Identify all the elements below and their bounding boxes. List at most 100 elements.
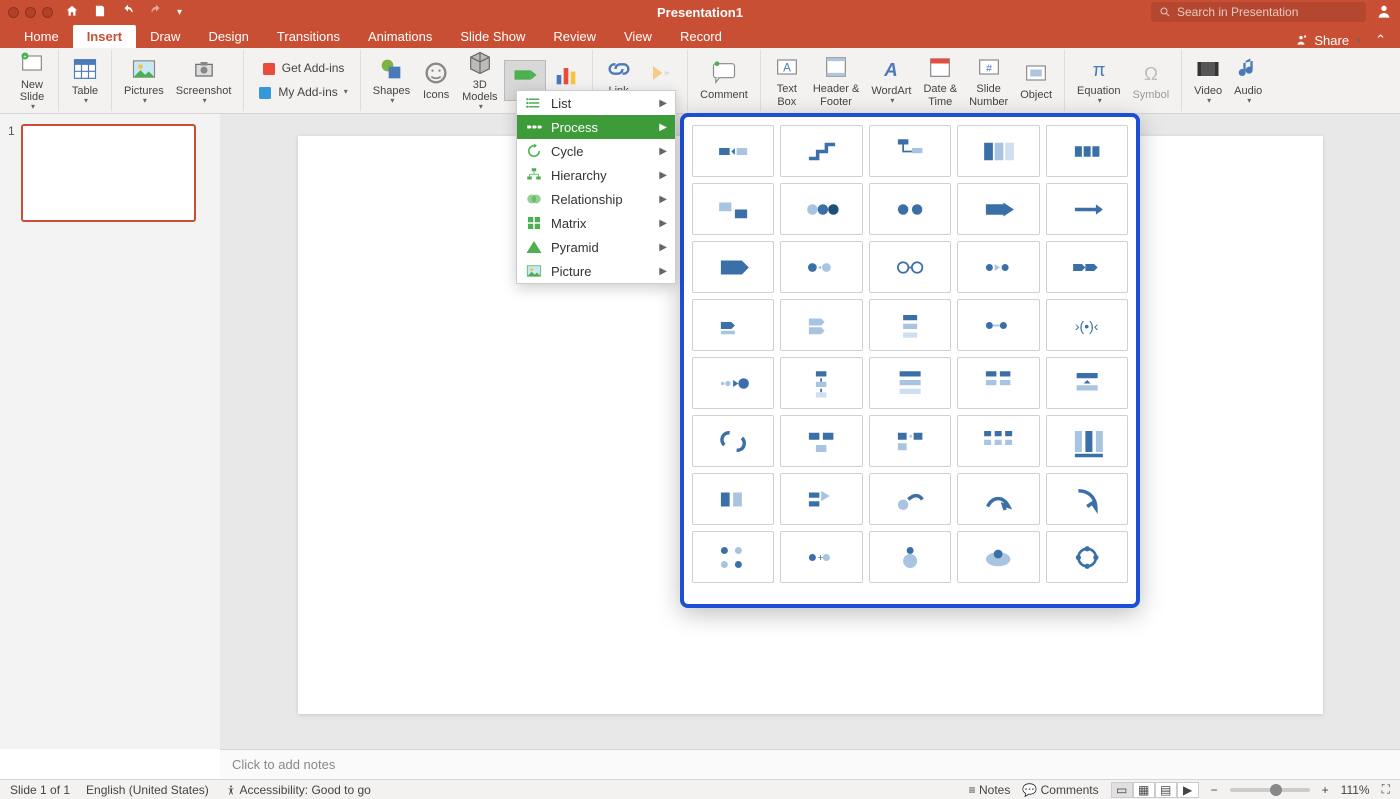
- tab-view[interactable]: View: [610, 25, 666, 48]
- window-controls[interactable]: [8, 7, 53, 18]
- object-button[interactable]: Object: [1014, 59, 1058, 101]
- tab-animations[interactable]: Animations: [354, 25, 446, 48]
- textbox-button[interactable]: A Text Box: [767, 53, 807, 107]
- smartart-layout-option[interactable]: [780, 473, 862, 525]
- get-addins-button[interactable]: Get Add-ins: [250, 58, 353, 80]
- smartart-category-list[interactable]: List▶: [517, 91, 675, 115]
- tab-slideshow[interactable]: Slide Show: [446, 25, 539, 48]
- smartart-category-pyramid[interactable]: Pyramid▶: [517, 235, 675, 259]
- smartart-layout-option[interactable]: [692, 531, 774, 583]
- smartart-layout-option[interactable]: [957, 473, 1039, 525]
- table-button[interactable]: Table▾: [65, 55, 105, 106]
- wordart-button[interactable]: A WordArt▾: [865, 55, 917, 106]
- smartart-layout-option[interactable]: +: [780, 531, 862, 583]
- zoom-slider[interactable]: [1230, 788, 1310, 792]
- shapes-button[interactable]: Shapes▾: [367, 55, 416, 106]
- smartart-layout-option[interactable]: [780, 299, 862, 351]
- smartart-layout-option[interactable]: [869, 531, 951, 583]
- smartart-layout-option[interactable]: [957, 415, 1039, 467]
- smartart-layout-option[interactable]: [692, 183, 774, 235]
- smartart-layout-option[interactable]: [692, 357, 774, 409]
- slide-thumbnails[interactable]: 1: [0, 114, 220, 749]
- my-addins-button[interactable]: My Add-ins▾: [250, 82, 353, 104]
- smartart-layout-option[interactable]: [780, 125, 862, 177]
- smartart-layout-option[interactable]: [780, 241, 862, 293]
- qat-dropdown-icon[interactable]: ▾: [177, 7, 182, 18]
- datetime-button[interactable]: Date & Time: [917, 53, 963, 107]
- audio-button[interactable]: Audio▾: [1228, 55, 1268, 106]
- smartart-category-relationship[interactable]: Relationship▶: [517, 187, 675, 211]
- tab-draw[interactable]: Draw: [136, 25, 194, 48]
- smartart-category-hierarchy[interactable]: Hierarchy▶: [517, 163, 675, 187]
- search-input[interactable]: Search in Presentation: [1151, 2, 1366, 22]
- tab-transitions[interactable]: Transitions: [263, 25, 354, 48]
- smartart-layout-option[interactable]: [1046, 241, 1128, 293]
- 3d-models-button[interactable]: 3D Models▾: [456, 49, 503, 112]
- smartart-layout-option[interactable]: [957, 531, 1039, 583]
- normal-view-button[interactable]: ▭: [1111, 782, 1133, 798]
- smartart-layout-option[interactable]: [1046, 357, 1128, 409]
- smartart-layout-option[interactable]: [869, 241, 951, 293]
- sorter-view-button[interactable]: ▦: [1133, 782, 1155, 798]
- tab-record[interactable]: Record: [666, 25, 736, 48]
- tab-home[interactable]: Home: [10, 25, 73, 48]
- smartart-category-process[interactable]: Process▶: [517, 115, 675, 139]
- slide-counter[interactable]: Slide 1 of 1: [10, 783, 70, 797]
- slide-thumbnail-1[interactable]: [21, 124, 196, 222]
- smartart-layout-option[interactable]: [869, 299, 951, 351]
- collapse-ribbon-icon[interactable]: ⌃: [1375, 32, 1386, 48]
- tab-review[interactable]: Review: [539, 25, 610, 48]
- smartart-layout-option[interactable]: [957, 241, 1039, 293]
- smartart-layout-option[interactable]: [780, 183, 862, 235]
- smartart-layout-option[interactable]: [1046, 125, 1128, 177]
- smartart-layout-option[interactable]: [957, 357, 1039, 409]
- accessibility-status[interactable]: Accessibility: Good to go: [225, 783, 371, 797]
- smartart-layout-option[interactable]: [692, 241, 774, 293]
- comment-button[interactable]: Comment: [694, 59, 754, 101]
- icons-button[interactable]: Icons: [416, 59, 456, 101]
- new-slide-button[interactable]: + New Slide▾: [12, 49, 52, 112]
- smartart-layout-option[interactable]: [1046, 183, 1128, 235]
- equation-button[interactable]: π Equation▾: [1071, 55, 1126, 106]
- zoom-in-button[interactable]: +: [1322, 783, 1329, 797]
- smartart-layout-option[interactable]: [869, 183, 951, 235]
- smartart-layout-option[interactable]: [780, 357, 862, 409]
- smartart-layout-option[interactable]: [869, 473, 951, 525]
- smartart-layout-option[interactable]: [692, 415, 774, 467]
- comments-toggle[interactable]: 💬 Comments: [1022, 783, 1098, 797]
- screenshot-button[interactable]: Screenshot▾: [170, 55, 238, 106]
- smartart-layout-option[interactable]: [692, 299, 774, 351]
- smartart-layout-option[interactable]: [957, 299, 1039, 351]
- share-button[interactable]: Share ▾ ⌃: [1294, 32, 1390, 48]
- smartart-layout-option[interactable]: [1046, 531, 1128, 583]
- smartart-category-picture[interactable]: Picture▶: [517, 259, 675, 283]
- smartart-layout-option[interactable]: [869, 357, 951, 409]
- smartart-layout-option[interactable]: ›(•)‹: [1046, 299, 1128, 351]
- smartart-layout-option[interactable]: [1046, 415, 1128, 467]
- smartart-layout-option[interactable]: [692, 125, 774, 177]
- smartart-category-cycle[interactable]: Cycle▶: [517, 139, 675, 163]
- tab-design[interactable]: Design: [194, 25, 262, 48]
- smartart-layout-option[interactable]: [869, 415, 951, 467]
- zoom-out-button[interactable]: −: [1211, 783, 1218, 797]
- user-icon[interactable]: [1376, 3, 1392, 22]
- pictures-button[interactable]: Pictures▾: [118, 55, 170, 106]
- smartart-layout-option[interactable]: [1046, 473, 1128, 525]
- tab-insert[interactable]: Insert: [73, 25, 136, 48]
- notes-toggle[interactable]: ≡ Notes: [969, 783, 1011, 797]
- save-icon[interactable]: [93, 4, 107, 21]
- notes-pane[interactable]: Click to add notes: [220, 749, 1400, 779]
- home-icon[interactable]: [65, 4, 79, 21]
- header-footer-button[interactable]: Header & Footer: [807, 53, 865, 107]
- video-button[interactable]: Video▾: [1188, 55, 1228, 106]
- slideshow-view-button[interactable]: ▶: [1177, 782, 1199, 798]
- undo-icon[interactable]: [121, 4, 135, 21]
- slidenumber-button[interactable]: # Slide Number: [963, 53, 1014, 107]
- smartart-category-matrix[interactable]: Matrix▶: [517, 211, 675, 235]
- zoom-level[interactable]: 111%: [1341, 783, 1370, 797]
- smartart-layout-option[interactable]: [869, 125, 951, 177]
- reading-view-button[interactable]: ▤: [1155, 782, 1177, 798]
- smartart-layout-option[interactable]: [957, 183, 1039, 235]
- smartart-layout-option[interactable]: [780, 415, 862, 467]
- smartart-layout-option[interactable]: [957, 125, 1039, 177]
